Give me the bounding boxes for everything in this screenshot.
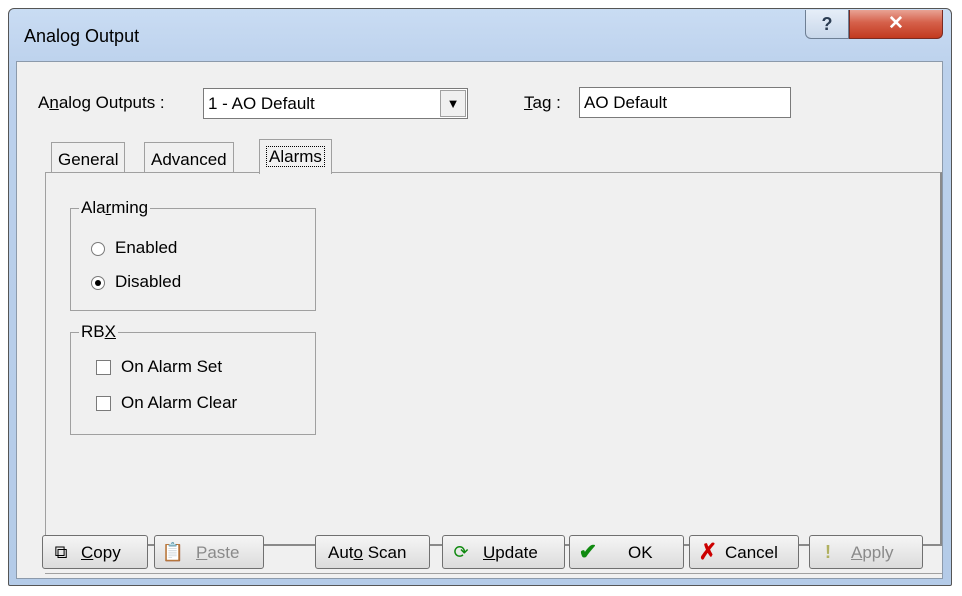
help-icon: ?: [821, 14, 833, 34]
analog-outputs-label: Analog Outputs :: [38, 93, 165, 112]
copy-icon: ⧉: [54, 542, 68, 562]
radio-button[interactable]: [91, 276, 105, 290]
tag-label: Tag :: [524, 93, 561, 112]
chevron-down-icon: ▼: [446, 96, 460, 111]
window-title: Analog Output: [24, 26, 140, 46]
radio-disabled-label[interactable]: Disabled: [115, 272, 181, 292]
tab-panel-alarms: Alarming Enabled Disabled RBX On Alarm S…: [45, 172, 942, 546]
checkbox[interactable]: [96, 360, 111, 375]
refresh-icon: ⟳: [453, 542, 469, 562]
help-button[interactable]: ?: [805, 10, 849, 39]
exclamation-icon: !: [825, 542, 831, 562]
tab-general[interactable]: General: [51, 142, 126, 172]
apply-button[interactable]: ! Apply: [809, 535, 923, 569]
dialog-client-area: Analog Outputs : 1 - AO Default ▼ Tag : …: [16, 61, 943, 579]
analog-outputs-select[interactable]: 1 - AO Default ▼: [203, 88, 468, 119]
close-icon: ✕: [888, 13, 904, 34]
alarming-group-title: Alarming: [79, 198, 151, 218]
paste-button[interactable]: 📋 Paste: [154, 535, 264, 569]
cancel-button[interactable]: ✗ Cancel: [689, 535, 799, 569]
radio-enabled-label[interactable]: Enabled: [115, 238, 177, 258]
checkbox-on-alarm-set-label[interactable]: On Alarm Set: [121, 357, 222, 377]
x-icon: ✗: [698, 539, 718, 564]
dialog-window: Analog Output ? ✕ Analog Outputs : 1 - A…: [8, 8, 952, 586]
checkbox-on-alarm-clear-label[interactable]: On Alarm Clear: [121, 393, 237, 413]
checkbox[interactable]: [96, 396, 111, 411]
ok-button[interactable]: ✔ OK: [569, 535, 684, 569]
tag-input-value: AO Default: [584, 93, 668, 112]
rbx-group-title: RBX: [79, 322, 118, 342]
tab-alarms[interactable]: Alarms: [259, 139, 332, 174]
paste-icon: 📋: [161, 542, 185, 562]
dropdown-button[interactable]: ▼: [440, 90, 466, 117]
update-button[interactable]: ⟳ Update: [442, 535, 565, 569]
title-bar[interactable]: Analog Output ? ✕: [9, 9, 951, 61]
copy-button[interactable]: ⧉ Copy: [42, 535, 148, 569]
radio-button[interactable]: [91, 242, 105, 256]
rbx-group: RBX: [70, 322, 316, 435]
alarming-group: Alarming: [70, 198, 316, 311]
tag-input[interactable]: AO Default: [579, 87, 791, 118]
tab-advanced[interactable]: Advanced: [144, 142, 234, 172]
checkmark-icon: ✔: [578, 539, 598, 564]
analog-outputs-value: 1 - AO Default: [208, 94, 315, 113]
button-separator: [45, 573, 942, 574]
close-button[interactable]: ✕: [849, 10, 943, 39]
auto-scan-button[interactable]: Auto Scan: [315, 535, 430, 569]
